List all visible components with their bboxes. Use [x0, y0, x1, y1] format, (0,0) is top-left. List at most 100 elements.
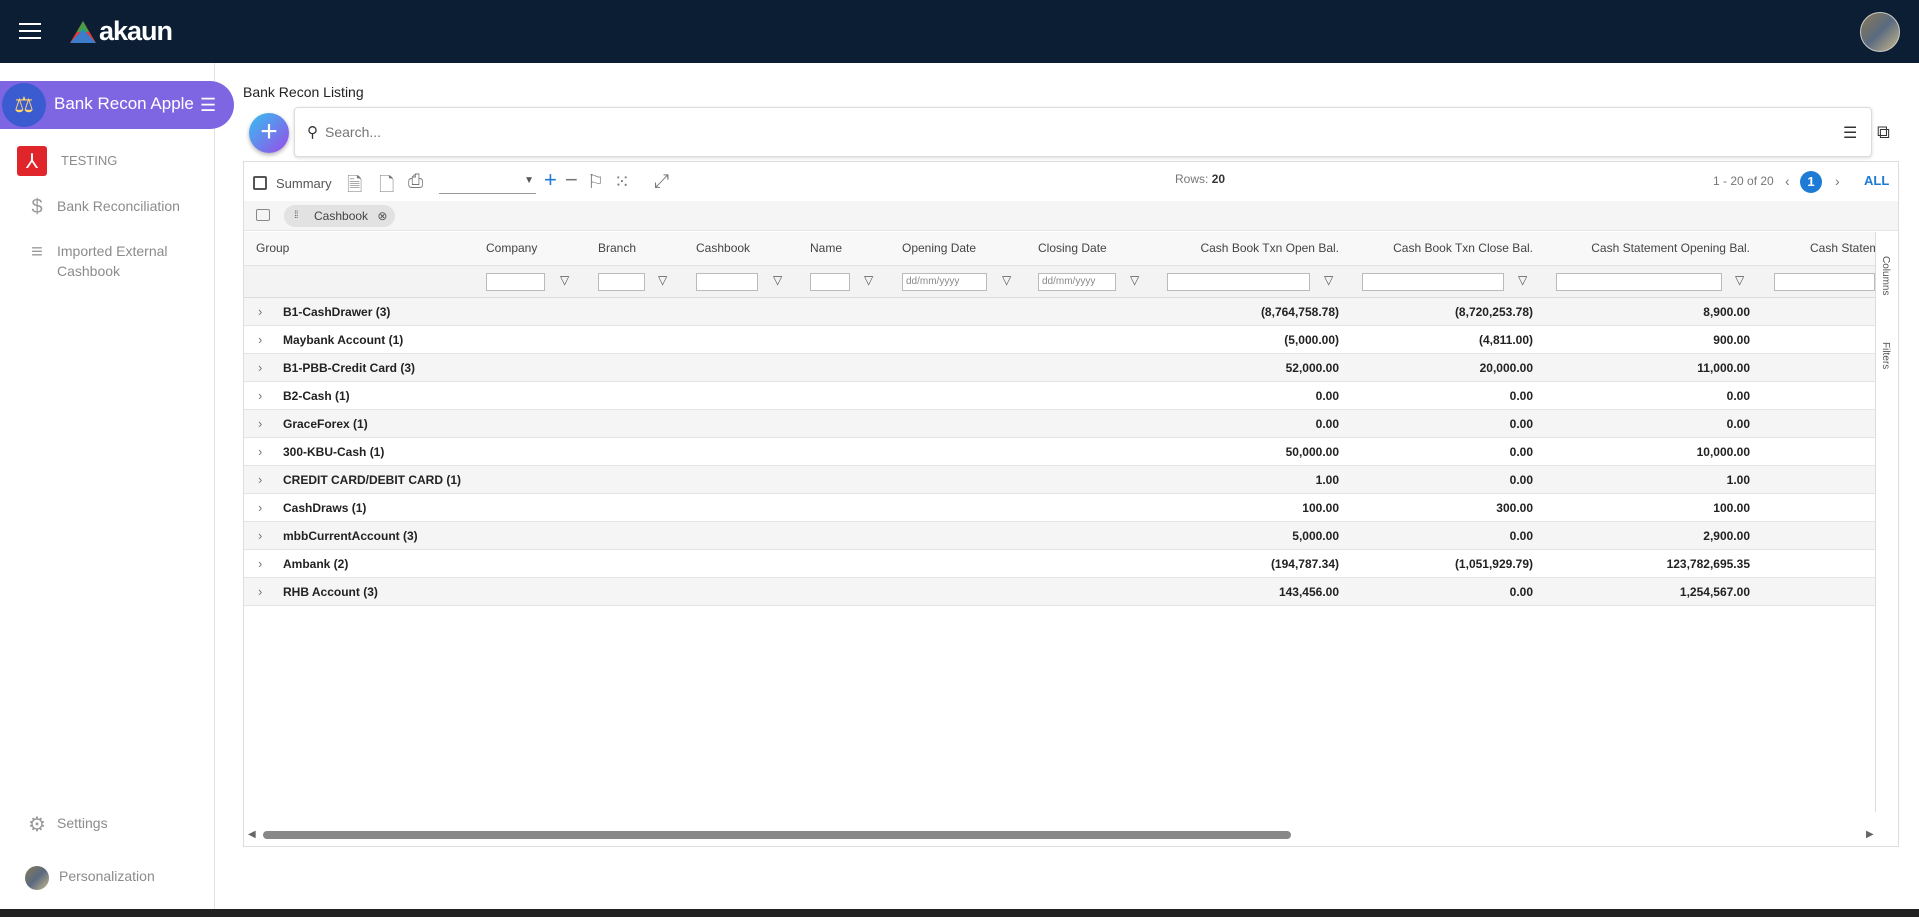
- tab-filters[interactable]: Filters: [1880, 342, 1891, 369]
- brand-logo[interactable]: akaun: [70, 16, 173, 47]
- table-row[interactable]: › CREDIT CARD/DEBIT CARD (1) 1.00 0.00 1.00: [244, 466, 1875, 494]
- chevron-right-icon[interactable]: ›: [258, 444, 262, 459]
- show-all-button[interactable]: ALL: [1864, 173, 1889, 188]
- next-page-icon[interactable]: ›: [1835, 173, 1840, 189]
- cs-open-cell: 100.00: [1713, 501, 1750, 515]
- filter-input-company[interactable]: [486, 273, 545, 291]
- filter-input-cb-open[interactable]: [1167, 273, 1310, 291]
- filter-icon[interactable]: ▽: [1518, 273, 1527, 287]
- chevron-down-icon: ▼: [524, 175, 534, 186]
- header-group[interactable]: Group: [256, 241, 289, 255]
- filter-input-cashbook[interactable]: [696, 273, 758, 291]
- sidebar-item-personalization[interactable]: Personalization: [0, 866, 215, 890]
- table-row[interactable]: › CashDraws (1) 100.00 300.00 100.00: [244, 494, 1875, 522]
- chevron-right-icon[interactable]: ›: [258, 528, 262, 543]
- table-row[interactable]: › mbbCurrentAccount (3) 5,000.00 0.00 2,900.…: [244, 522, 1875, 550]
- csv-export-icon[interactable]: 🗎: [347, 171, 362, 203]
- sidebar-item-imported-external-cashbook[interactable]: ≡ Imported External Cashbook: [0, 241, 215, 281]
- filter-input-closing-date[interactable]: dd/mm/yyyy: [1038, 273, 1116, 291]
- group-cell: B1-CashDrawer (3): [283, 305, 391, 319]
- table-row[interactable]: › RHB Account (3) 143,456.00 0.00 1,254,567.…: [244, 578, 1875, 606]
- document-copy-icon[interactable]: ⧉: [1877, 122, 1890, 143]
- add-button[interactable]: +: [249, 113, 289, 153]
- drag-handle-icon[interactable]: ⁞⁞: [294, 205, 298, 227]
- filter-input-name[interactable]: [810, 273, 850, 291]
- header-branch[interactable]: Branch: [598, 241, 636, 255]
- remove-chip-icon[interactable]: ⊗: [377, 209, 387, 223]
- collapse-all-icon[interactable]: −: [565, 167, 578, 193]
- group-chip-cashbook[interactable]: ⁞⁞ Cashbook ⊗: [284, 205, 396, 227]
- chevron-right-icon[interactable]: ›: [258, 388, 262, 403]
- header-name[interactable]: Name: [810, 241, 842, 255]
- print-icon[interactable]: ⎙: [408, 171, 423, 193]
- header-closing-date[interactable]: Closing Date: [1038, 241, 1107, 255]
- app-selector[interactable]: ⚖ Bank Recon Apple ☰: [0, 81, 234, 129]
- layout-select[interactable]: ▼: [439, 174, 536, 194]
- excel-export-icon[interactable]: 🗋: [379, 171, 394, 203]
- summary-checkbox[interactable]: [253, 176, 267, 190]
- sidebar-item-label: Imported External Cashbook: [57, 243, 168, 279]
- fullscreen-icon[interactable]: ⤢: [654, 171, 669, 193]
- prev-page-icon[interactable]: ‹: [1785, 173, 1790, 189]
- chevron-right-icon[interactable]: ›: [258, 584, 262, 599]
- scroll-right-icon[interactable]: ▶: [1866, 829, 1874, 840]
- header-cash-statement-opening-bal[interactable]: Cash Statement Opening Bal.: [1544, 241, 1750, 255]
- filter-icon[interactable]: ▽: [560, 273, 569, 287]
- table-row[interactable]: › 300-KBU-Cash (1) 50,000.00 0.00 10,000.00: [244, 438, 1875, 466]
- table-row[interactable]: › B1-CashDrawer (3) (8,764,758.78) (8,720,2…: [244, 298, 1875, 326]
- filter-icon[interactable]: ▽: [1130, 273, 1139, 287]
- group-chip-label: Cashbook: [314, 209, 369, 223]
- table-row[interactable]: › Ambank (2) (194,787.34) (1,051,929.79) 123…: [244, 550, 1875, 578]
- filter-icon[interactable]: ▽: [864, 273, 873, 287]
- header-company[interactable]: Company: [486, 241, 537, 255]
- filter-input-branch[interactable]: [598, 273, 645, 291]
- tab-columns[interactable]: Columns: [1880, 256, 1891, 295]
- filter-input-cb-close[interactable]: [1362, 273, 1504, 291]
- group-cell: GraceForex (1): [283, 417, 368, 431]
- sidebar-item-bank-reconciliation[interactable]: $ Bank Reconciliation: [0, 196, 215, 219]
- filter-icon[interactable]: ▽: [658, 273, 667, 287]
- table-row[interactable]: › B2-Cash (1) 0.00 0.00 0.00: [244, 382, 1875, 410]
- chevron-right-icon[interactable]: ›: [258, 332, 262, 347]
- table-row[interactable]: › Maybank Account (1) (5,000.00) (4,811.00)…: [244, 326, 1875, 354]
- menu-icon[interactable]: [19, 23, 41, 39]
- group-cell: B2-Cash (1): [283, 389, 350, 403]
- header-cash-statement-more[interactable]: Cash Statem: [1810, 241, 1879, 255]
- chevron-right-icon[interactable]: ›: [258, 500, 262, 515]
- cb-open-cell: 100.00: [1302, 501, 1339, 515]
- scroll-left-icon[interactable]: ◀: [248, 829, 256, 840]
- cb-close-cell: 300.00: [1496, 501, 1533, 515]
- scrollbar-thumb[interactable]: [263, 831, 1291, 839]
- user-avatar[interactable]: [1860, 12, 1900, 52]
- page-number-button[interactable]: 1: [1800, 171, 1822, 193]
- chevron-right-icon[interactable]: ›: [258, 304, 262, 319]
- chevron-right-icon[interactable]: ›: [258, 472, 262, 487]
- chevron-right-icon[interactable]: ›: [258, 416, 262, 431]
- filter-input-cs-more[interactable]: [1774, 273, 1875, 291]
- sidebar-item-testing[interactable]: ⅄ TESTING: [0, 146, 215, 176]
- chevron-right-icon[interactable]: ›: [258, 360, 262, 375]
- header-cash-book-txn-close-bal[interactable]: Cash Book Txn Close Bal.: [1354, 241, 1533, 255]
- grid-icon[interactable]: ⁙: [614, 171, 630, 194]
- filter-input-opening-date[interactable]: dd/mm/yyyy: [902, 273, 987, 291]
- header-cashbook[interactable]: Cashbook: [696, 241, 750, 255]
- expand-all-icon[interactable]: +: [544, 167, 557, 193]
- bookmark-icon[interactable]: ⚐: [587, 171, 604, 194]
- filter-icon[interactable]: ▽: [773, 273, 782, 287]
- filter-icon[interactable]: ▽: [1735, 273, 1744, 287]
- header-opening-date[interactable]: Opening Date: [902, 241, 976, 255]
- search-input[interactable]: [325, 121, 1725, 143]
- filter-icon[interactable]: ▽: [1002, 273, 1011, 287]
- collapse-menu-icon[interactable]: ☰: [200, 95, 224, 115]
- table-row[interactable]: › GraceForex (1) 0.00 0.00 0.00: [244, 410, 1875, 438]
- chevron-right-icon[interactable]: ›: [258, 556, 262, 571]
- header-cash-book-txn-open-bal[interactable]: Cash Book Txn Open Bal.: [1164, 241, 1339, 255]
- filter-icon[interactable]: ▽: [1324, 273, 1333, 287]
- akaun-logo-icon: [70, 20, 96, 43]
- horizontal-scrollbar[interactable]: ◀ ▶: [244, 826, 1875, 844]
- filter-input-cs-open[interactable]: [1556, 273, 1722, 291]
- cb-open-cell: 50,000.00: [1285, 445, 1339, 459]
- sidebar-item-settings[interactable]: ⚙ Settings: [0, 812, 215, 837]
- table-row[interactable]: › B1-PBB-Credit Card (3) 52,000.00 20,000.0…: [244, 354, 1875, 382]
- filter-list-icon[interactable]: ☰: [1843, 123, 1857, 143]
